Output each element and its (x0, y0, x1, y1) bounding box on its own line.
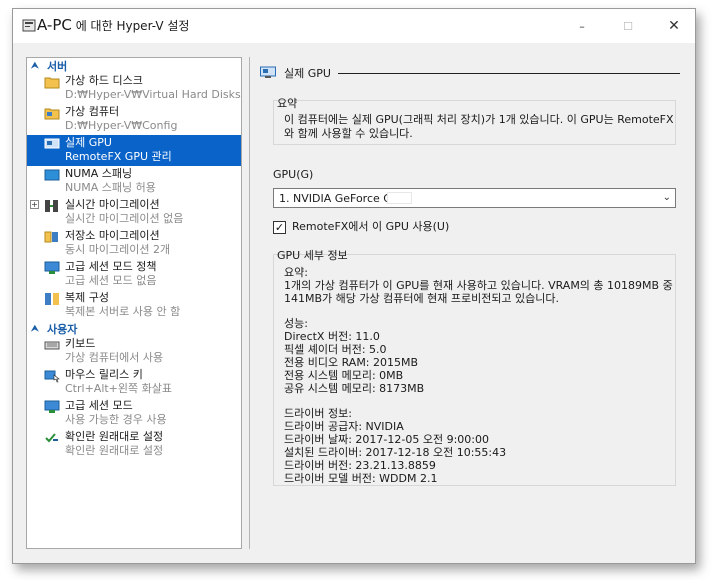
summary-line-1: 이 컴퓨터에는 실제 GPU(그래픽 처리 장치)가 1개 있습니다. 이 GP… (284, 113, 674, 126)
sidebar-item-enhanced-session-policy[interactable]: 고급 세션 모드 정책 고급 세션 모드 없음 (27, 259, 241, 290)
maximize-button[interactable]: ☐ (605, 9, 651, 43)
driver-title: 드라이버 정보: (284, 407, 352, 420)
sidebar-item-virtual-hard-disks[interactable]: 가상 하드 디스크 D:₩Hyper-V₩Virtual Hard Disks (27, 73, 241, 104)
minimize-button[interactable]: – (559, 9, 605, 43)
performance-pixel-shader: 픽셀 셰이더 버전: 5.0 (284, 343, 387, 356)
sidebar-item-reset-checkboxes[interactable]: 확인란 원래대로 설정 확인란 원래대로 설정 (27, 429, 241, 460)
details-summary-line-2: 141MB가 해당 가상 컴퓨터에 현재 프로비전되고 있습니다. (284, 292, 560, 305)
performance-shared-system-memory: 공유 시스템 메모리: 8173MB (284, 382, 425, 395)
enhanced-session-icon (44, 400, 60, 413)
performance-title: 성능: (284, 317, 308, 330)
collapse-chevron-icon: ⮝ (31, 60, 39, 71)
folder-icon (44, 77, 60, 89)
performance-dedicated-video-ram: 전용 비디오 RAM: 2015MB (284, 356, 419, 369)
expand-plus-icon[interactable]: + (30, 200, 39, 209)
panel-title: 실제 GPU (284, 67, 331, 80)
vm-folder-icon (44, 108, 60, 120)
settings-tree: ⮝ 서버 가상 하드 디스크 D:₩Hyper-V₩Virtual Hard Di… (26, 57, 242, 549)
summary-label: 요약 (277, 97, 298, 110)
sidebar-item-keyboard[interactable]: 키보드 가상 컴퓨터에서 사용 (27, 336, 241, 367)
title-bar[interactable]: A-PC 에 대한 Hyper-V 설정 – ☐ ✕ (13, 9, 695, 43)
summary-line-2: 와 함께 사용할 수 있습니다. (284, 127, 413, 140)
driver-version: 드라이버 버전: 23.21.13.8859 (284, 459, 436, 472)
driver-provider: 드라이버 공급자: NVIDIA (284, 420, 404, 433)
details-summary-title: 요약: (284, 266, 308, 279)
settings-panel: 실제 GPU 요약 이 컴퓨터에는 실제 GPU(그래픽 처리 장치)가 1개 … (249, 57, 693, 549)
numa-icon (44, 169, 60, 181)
section-server[interactable]: ⮝ 서버 (27, 58, 241, 73)
panel-header: 실제 GPU (260, 64, 680, 82)
sidebar-item-replication[interactable]: 복제 구성 복제본 서버로 사용 안 함 (27, 290, 241, 321)
enhanced-session-icon (44, 261, 60, 274)
gpu-details-label: GPU 세부 정보 (277, 249, 348, 262)
live-migration-icon (45, 200, 58, 212)
remotefx-checkbox[interactable]: ✓ (273, 221, 286, 234)
section-user[interactable]: ⮝ 사용자 (27, 321, 241, 336)
hyperv-settings-window: A-PC 에 대한 Hyper-V 설정 – ☐ ✕ ⮝ 서버 가상 하드 디스크… (12, 8, 696, 564)
sidebar-item-live-migration[interactable]: + 실시간 마이그레이션 실시간 마이그레이션 없음 (27, 197, 241, 228)
close-button[interactable]: ✕ (651, 9, 697, 43)
sidebar-item-physical-gpu[interactable]: 실제 GPU RemoteFX GPU 관리 (27, 135, 241, 166)
window-title: A-PC 에 대한 Hyper-V 설정 (37, 16, 190, 34)
driver-date: 드라이버 날짜: 2017-12-05 오전 9:00:00 (284, 433, 489, 446)
sidebar-item-storage-migration[interactable]: 저장소 마이그레이션 동시 마이그레이션 2개 (27, 228, 241, 259)
performance-dedicated-system-memory: 전용 시스템 메모리: 0MB (284, 369, 404, 382)
sidebar-item-enhanced-session[interactable]: 고급 세션 모드 사용 가능한 경우 사용 (27, 398, 241, 429)
sidebar-item-mouse-release-key[interactable]: 마우스 릴리스 키 Ctrl+Alt+왼쪽 화살표 (27, 367, 241, 398)
mouse-release-icon (44, 370, 60, 383)
details-summary-line-1: 1개의 가상 컴퓨터가 이 GPU를 현재 사용하고 있습니다. VRAM의 총… (284, 279, 673, 292)
hyperv-app-icon (22, 19, 36, 32)
driver-model-version: 드라이버 모델 버전: WDDM 2.1 (284, 472, 438, 485)
remotefx-checkbox-label[interactable]: RemoteFX에서 이 GPU 사용(U) (292, 220, 449, 234)
gpu-icon (260, 66, 276, 78)
sidebar-item-numa-spanning[interactable]: NUMA 스패닝 NUMA 스패닝 허용 (27, 166, 241, 197)
sidebar-item-virtual-machines[interactable]: 가상 컴퓨터 D:₩Hyper-V₩Config (27, 104, 241, 135)
gpu-select[interactable]: 1. NVIDIA GeForce GTX ⌄ (273, 188, 676, 208)
driver-installed: 설치된 드라이버: 2017-12-18 오전 10:55:43 (284, 446, 507, 459)
storage-migration-icon (44, 231, 58, 243)
gpu-select-label: GPU(G) (273, 168, 314, 181)
replication-icon (45, 293, 59, 305)
keyboard-icon (44, 341, 60, 350)
header-divider (338, 73, 680, 74)
redacted-box (387, 192, 412, 204)
chevron-down-icon[interactable]: ⌄ (663, 192, 671, 203)
reset-checkbox-icon (45, 433, 58, 443)
collapse-chevron-icon: ⮝ (31, 323, 39, 334)
performance-directx: DirectX 버전: 11.0 (284, 330, 380, 343)
gpu-icon (44, 138, 60, 149)
